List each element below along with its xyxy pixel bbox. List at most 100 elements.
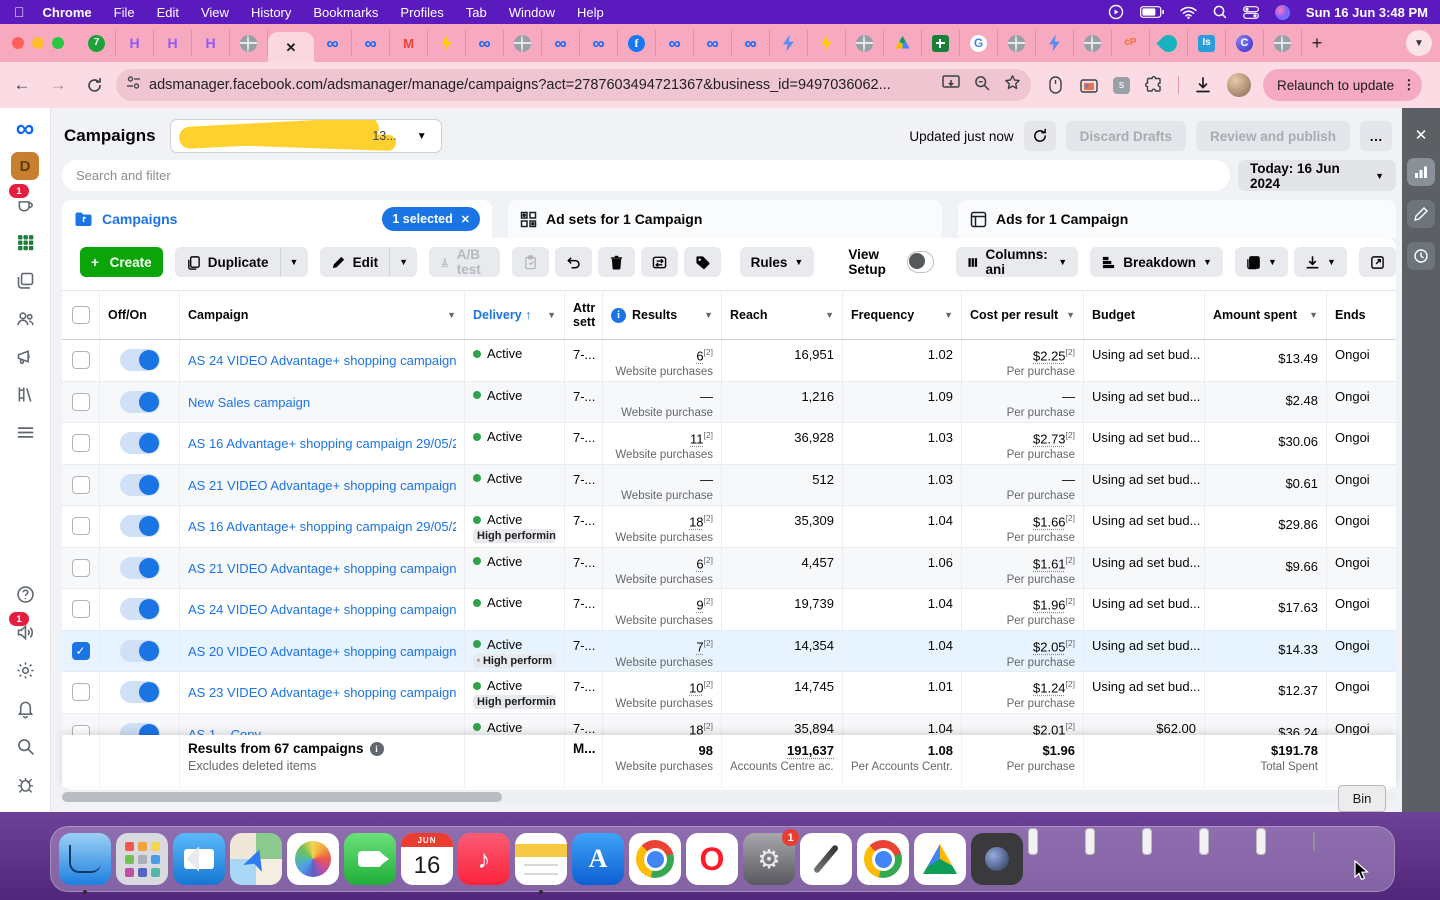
browser-tab-globe[interactable] [846, 30, 884, 56]
campaign-name-link[interactable]: AS 16 Advantage+ shopping campaign 29/05… [188, 427, 456, 460]
column-header-spent[interactable]: Amount spent▼ [1205, 291, 1327, 339]
zoom-page-icon[interactable] [974, 75, 990, 96]
row-checkbox[interactable] [72, 683, 90, 701]
relaunch-to-update-button[interactable]: Relaunch to update ⋮ [1263, 69, 1422, 101]
edit-dropdown[interactable]: ▼ [389, 247, 417, 277]
dock-item-window-18[interactable] [1085, 833, 1137, 885]
dock-item-opera[interactable]: O [686, 833, 738, 885]
browser-tab-boltyellow[interactable] [428, 30, 466, 56]
menu-item-history[interactable]: History [251, 5, 291, 20]
column-header-reach[interactable]: Reach▼ [722, 291, 843, 339]
sidebar-item-all-tools[interactable] [7, 414, 43, 450]
export-button[interactable]: ▼ [1294, 247, 1347, 277]
siri-icon[interactable] [1275, 5, 1290, 20]
column-header-cost[interactable]: Cost per result▼ [962, 291, 1084, 339]
column-header-results[interactable]: iResults▼ [603, 291, 722, 339]
dock-item-music[interactable]: ♪ [458, 833, 510, 885]
address-bar[interactable]: adsmanager.facebook.com/adsmanager/manag… [116, 69, 1031, 101]
edit-panel-button[interactable] [1407, 200, 1435, 228]
campaign-toggle[interactable] [120, 432, 160, 454]
reload-button[interactable] [80, 71, 108, 99]
menu-item-profiles[interactable]: Profiles [400, 5, 443, 20]
extension-s-icon[interactable]: s [1113, 77, 1130, 94]
spotlight-search-icon[interactable] [1213, 5, 1227, 19]
review-and-publish-button[interactable]: Review and publish [1196, 121, 1350, 151]
ad-account-dropdown[interactable]: 13... ▼ [170, 119, 442, 153]
browser-tab-hpurple[interactable]: H [192, 30, 230, 56]
delete-button[interactable] [598, 247, 635, 277]
close-panel-icon[interactable]: ✕ [1415, 126, 1428, 144]
scrollbar-thumb[interactable] [62, 792, 502, 802]
browser-tab-facebook[interactable]: f [618, 30, 656, 56]
column-header-budget[interactable]: Budget [1084, 291, 1205, 339]
campaign-toggle[interactable] [120, 391, 160, 413]
tag-button[interactable] [684, 247, 721, 277]
browser-tab-meta[interactable]: ∞ [732, 30, 770, 56]
browser-tab-cpanel[interactable]: cP [1112, 30, 1150, 56]
dock-item-finder[interactable] [59, 833, 111, 885]
horizontal-scrollbar[interactable] [62, 792, 1396, 802]
campaign-name-link[interactable]: AS 21 VIDEO Advantage+ shopping campaign… [188, 469, 456, 502]
browser-tab-gmail[interactable]: M [390, 30, 428, 56]
apple-menu-icon[interactable]:  [14, 4, 25, 20]
menu-item-window[interactable]: Window [509, 5, 555, 20]
sidebar-item-campaigns[interactable] [7, 262, 43, 298]
column-header-ends[interactable]: Ends [1327, 291, 1396, 339]
row-checkbox[interactable] [72, 476, 90, 494]
selected-count-badge[interactable]: 1 selected ✕ [382, 207, 480, 231]
row-checkbox[interactable] [72, 517, 90, 535]
browser-tab-meta[interactable]: ∞ [694, 30, 732, 56]
browser-tab-meta[interactable]: ∞ [542, 30, 580, 56]
charts-panel-button[interactable] [1407, 158, 1435, 186]
meta-logo[interactable]: ∞ [7, 110, 43, 146]
dock-item-facetime[interactable] [344, 833, 396, 885]
row-checkbox[interactable] [72, 434, 90, 452]
refresh-button[interactable] [1024, 121, 1056, 151]
clear-selection-icon[interactable]: ✕ [461, 213, 470, 226]
browser-tab-meta[interactable]: ∞ [466, 30, 504, 56]
minimize-window-button[interactable] [32, 37, 44, 49]
sidebar-item-settings[interactable] [7, 652, 43, 688]
dock-item-drive[interactable] [914, 833, 966, 885]
search-input[interactable]: Search and filter [62, 160, 1230, 191]
browser-tab-globe[interactable] [1264, 30, 1302, 56]
browser-tab-globe[interactable] [504, 30, 542, 56]
tab-campaigns[interactable]: Campaigns 1 selected ✕ [62, 200, 492, 238]
browser-tab-globe[interactable] [1074, 30, 1112, 56]
duplicate-dropdown[interactable]: ▼ [280, 247, 308, 277]
duplicate-button[interactable]: Duplicate [175, 247, 280, 277]
wifi-icon[interactable] [1180, 6, 1197, 19]
browser-tab-google[interactable]: G [960, 30, 998, 56]
pin-note-button[interactable] [512, 247, 549, 277]
breakdown-button[interactable]: Breakdown▼ [1090, 247, 1223, 277]
sidebar-item-help[interactable] [7, 576, 43, 612]
campaign-name-link[interactable]: AS 24 VIDEO Advantage+ shopping campaign… [188, 593, 456, 626]
sidebar-item-advertise[interactable] [7, 338, 43, 374]
view-setup-toggle[interactable] [907, 251, 934, 273]
menu-item-help[interactable]: Help [577, 5, 604, 20]
campaign-name-link[interactable]: AS 23 VIDEO Advantage+ shopping campaign… [188, 676, 456, 709]
edit-button[interactable]: Edit [320, 247, 390, 277]
campaign-toggle[interactable] [120, 474, 160, 496]
transfer-rules-button[interactable] [641, 247, 678, 277]
discard-drafts-button[interactable]: Discard Drafts [1066, 121, 1186, 151]
dock-item-darkapp[interactable] [971, 833, 1023, 885]
select-all-checkbox[interactable] [72, 306, 90, 324]
forward-button[interactable]: → [44, 71, 72, 99]
sidebar-item-ads-manager[interactable] [7, 224, 43, 260]
sidebar-item-audiences[interactable] [7, 300, 43, 336]
column-header-frequency[interactable]: Frequency▼ [843, 291, 962, 339]
browser-tab-meta[interactable]: ∞ [656, 30, 694, 56]
zoom-window-button[interactable] [52, 37, 64, 49]
menu-item-edit[interactable]: Edit [157, 5, 179, 20]
campaign-toggle[interactable] [120, 349, 160, 371]
dock-item-window-21[interactable] [1256, 833, 1308, 885]
sidebar-item-search[interactable] [7, 728, 43, 764]
account-avatar[interactable]: D [7, 148, 43, 184]
dock-item-chrome2[interactable] [857, 833, 909, 885]
dock-item-window-19[interactable] [1142, 833, 1194, 885]
dock-item-pen[interactable] [800, 833, 852, 885]
rules-button[interactable]: Rules▼ [740, 247, 815, 277]
history-panel-button[interactable] [1407, 242, 1435, 270]
install-app-icon[interactable] [942, 75, 960, 96]
